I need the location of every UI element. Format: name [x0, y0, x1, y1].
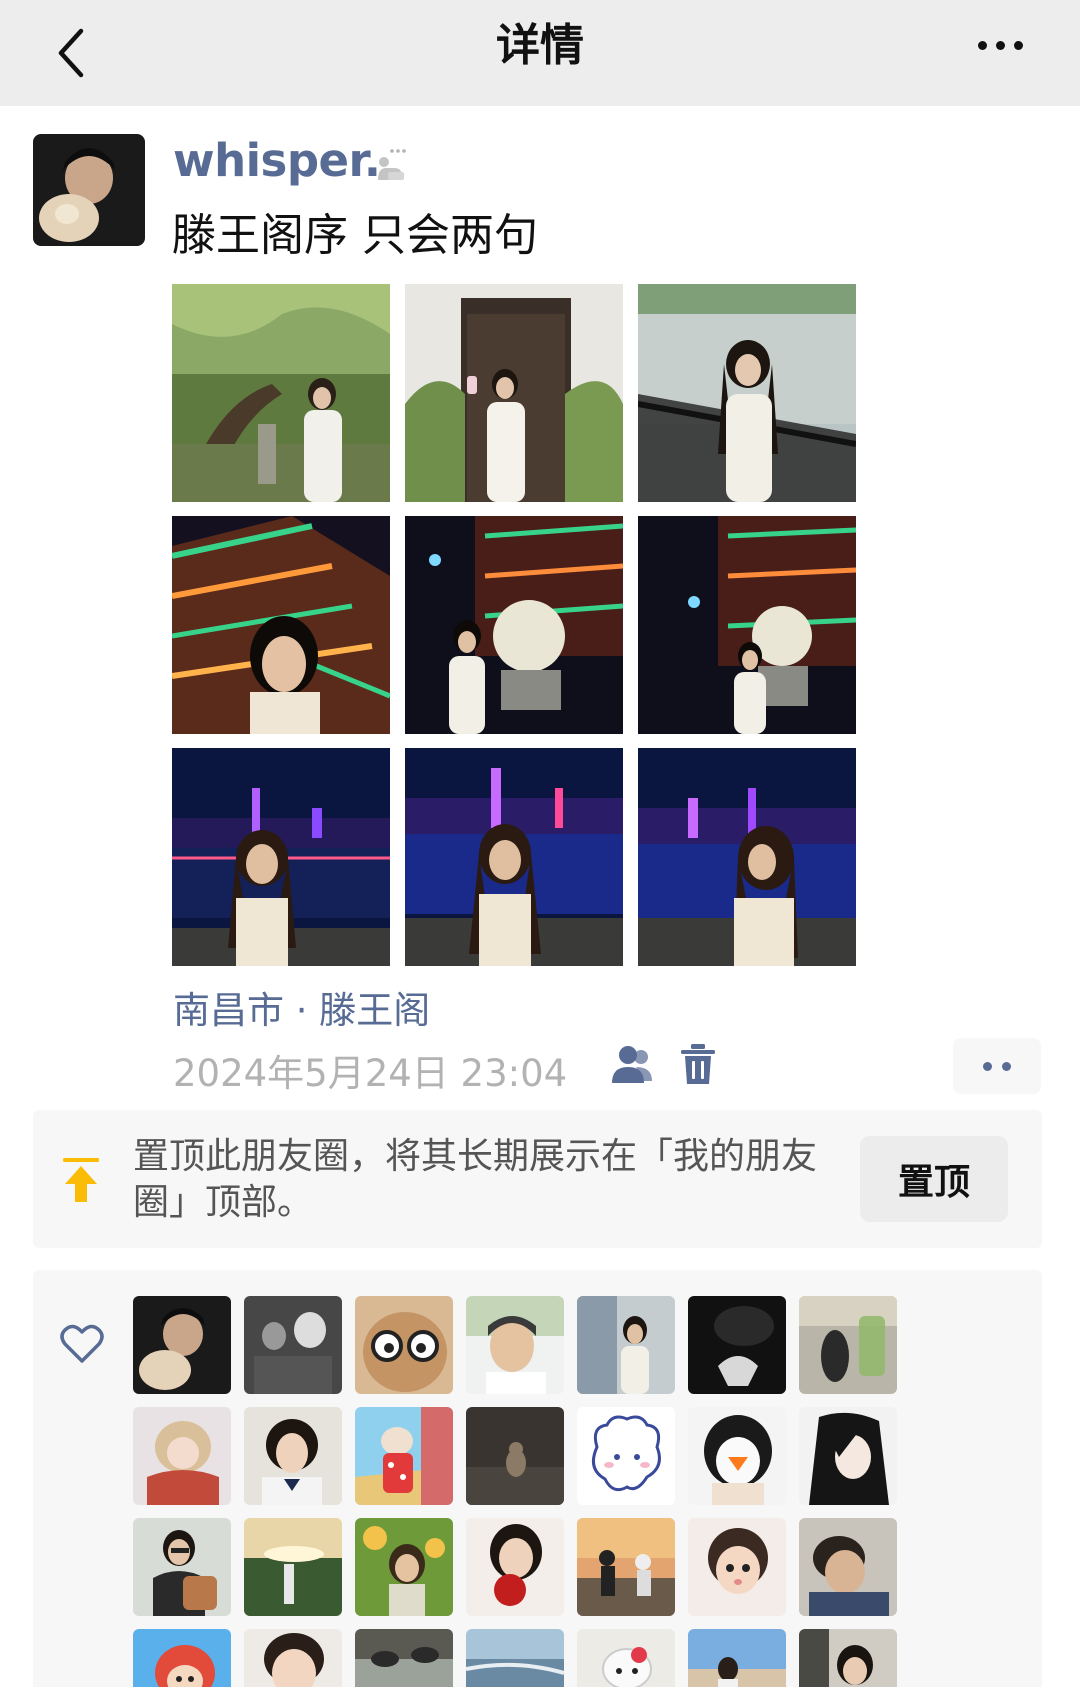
- liker-avatar[interactable]: [577, 1407, 675, 1505]
- liker-avatar[interactable]: [466, 1629, 564, 1687]
- liker-avatar[interactable]: [133, 1629, 231, 1687]
- liker-avatar[interactable]: [688, 1518, 786, 1616]
- page-title: 详情: [496, 20, 584, 71]
- likes-card: [33, 1270, 1042, 1687]
- liker-avatar[interactable]: [244, 1296, 342, 1394]
- post-text: 滕王阁序 只会两句: [172, 210, 538, 261]
- liker-avatar[interactable]: [466, 1407, 564, 1505]
- photo-3[interactable]: [638, 284, 856, 502]
- photo-8[interactable]: [405, 748, 623, 966]
- heart-outline-icon: [60, 1324, 104, 1363]
- liker-avatar[interactable]: [133, 1407, 231, 1505]
- location-link[interactable]: 南昌市 · 滕王阁: [173, 980, 430, 1034]
- liker-avatar[interactable]: [577, 1518, 675, 1616]
- liker-avatar[interactable]: [577, 1629, 675, 1687]
- photo-7[interactable]: [172, 748, 390, 966]
- more-dots-icon: [977, 40, 987, 50]
- navbar: 详情: [0, 0, 1080, 106]
- liker-avatar[interactable]: [799, 1407, 897, 1505]
- photo-5[interactable]: [405, 516, 623, 734]
- liker-avatar[interactable]: [688, 1629, 786, 1687]
- photo-4[interactable]: [172, 516, 390, 734]
- comment-dots-icon: [983, 1061, 992, 1071]
- liker-avatar[interactable]: [577, 1296, 675, 1394]
- liker-avatar[interactable]: [355, 1518, 453, 1616]
- liker-avatar[interactable]: [133, 1296, 231, 1394]
- visibility-friends-icon[interactable]: [608, 1043, 656, 1085]
- pin-card: 置顶此朋友圈，将其长期展示在「我的朋友圈」顶部。 置顶: [33, 1110, 1042, 1248]
- pin-button[interactable]: 置顶: [860, 1136, 1008, 1222]
- liker-avatar[interactable]: [355, 1629, 453, 1687]
- photo-9[interactable]: [638, 748, 856, 966]
- pin-description: 置顶此朋友圈，将其长期展示在「我的朋友圈」顶部。: [133, 1136, 818, 1223]
- liker-avatar[interactable]: [799, 1518, 897, 1616]
- liker-avatar[interactable]: [244, 1518, 342, 1616]
- liker-avatar[interactable]: [466, 1296, 564, 1394]
- photo-6[interactable]: [638, 516, 856, 734]
- status-icon[interactable]: [372, 146, 410, 184]
- photo-2[interactable]: [405, 284, 623, 502]
- liker-avatar[interactable]: [466, 1518, 564, 1616]
- liker-avatar[interactable]: [244, 1629, 342, 1687]
- comment-like-button[interactable]: [953, 1038, 1041, 1094]
- liker-avatar[interactable]: [244, 1407, 342, 1505]
- liker-avatar[interactable]: [688, 1296, 786, 1394]
- liker-avatar[interactable]: [355, 1407, 453, 1505]
- liker-avatar[interactable]: [688, 1407, 786, 1505]
- author-avatar[interactable]: [33, 134, 145, 246]
- liker-avatar[interactable]: [133, 1518, 231, 1616]
- more-button[interactable]: [960, 20, 1040, 70]
- author-name[interactable]: whisper.: [173, 134, 381, 187]
- liker-avatar[interactable]: [799, 1296, 897, 1394]
- trash-icon[interactable]: [678, 1042, 718, 1086]
- photo-grid: [172, 284, 856, 966]
- liker-avatar[interactable]: [355, 1296, 453, 1394]
- photo-1[interactable]: [172, 284, 390, 502]
- post-timestamp: 2024年5月24日 23:04: [173, 1052, 568, 1095]
- liker-avatar[interactable]: [799, 1629, 897, 1687]
- pin-to-top-icon: [63, 1158, 99, 1202]
